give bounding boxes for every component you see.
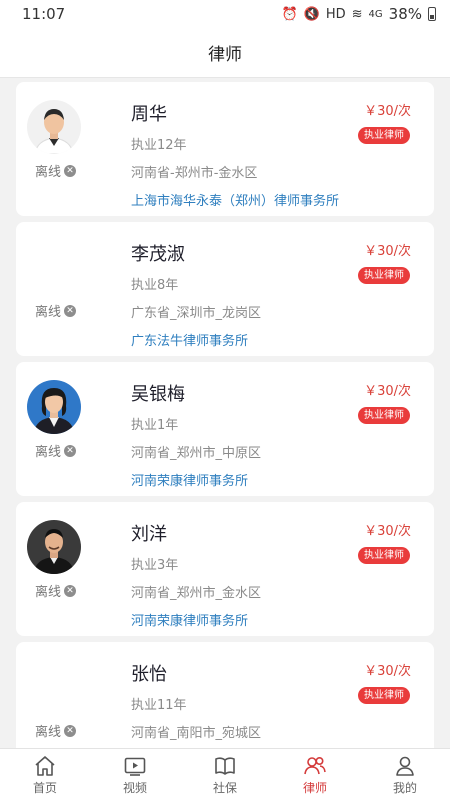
online-status: 离线 ✕: [35, 301, 77, 320]
nav-home[interactable]: 首页: [0, 749, 90, 800]
status-label: 离线: [35, 585, 62, 600]
battery-percent: 38%: [388, 5, 422, 23]
nav-lawyer[interactable]: 律师: [270, 749, 360, 800]
practice-years: 执业1年: [131, 418, 179, 433]
nav-label: 视频: [122, 780, 147, 795]
online-status: 离线 ✕: [35, 441, 77, 460]
status-label: 离线: [35, 165, 62, 180]
law-firm[interactable]: 广东法牛律师事务所: [131, 330, 248, 349]
people-icon: [304, 756, 326, 774]
lawyer-card[interactable]: 离线 ✕ 刘洋 执业3年 河南省_郑州市_金水区 河南荣康律师事务所 ￥30/次…: [16, 502, 434, 636]
video-icon: [124, 757, 146, 776]
close-icon: ✕: [64, 444, 77, 457]
practice-years: 执业8年: [131, 278, 179, 293]
lawyer-name: 李茂淑: [131, 244, 185, 265]
lawyer-region: 河南省_郑州市_金水区: [131, 586, 262, 601]
status-label: 离线: [35, 445, 62, 460]
close-icon: ✕: [64, 304, 77, 317]
nav-label: 我的: [392, 780, 417, 795]
licensed-badge: 执业律师: [358, 127, 410, 144]
alarm-icon: ⏰: [281, 6, 298, 22]
avatar: [27, 100, 81, 154]
law-firm[interactable]: 上海市海华永泰（郑州）律师事务所: [131, 190, 339, 209]
page-title: 律师: [208, 45, 242, 65]
lawyer-name: 张怡: [131, 664, 167, 685]
nav-mine[interactable]: 我的: [360, 749, 450, 800]
online-status: 离线 ✕: [35, 581, 77, 600]
home-icon: [35, 755, 55, 776]
practice-years: 执业12年: [131, 138, 187, 153]
lawyer-region: 河南省_南阳市_宛城区: [131, 726, 262, 741]
nav-social-security[interactable]: 社保: [180, 749, 270, 800]
lawyer-card[interactable]: 离线 ✕ 周华 执业12年 河南省-郑州市-金水区 上海市海华永泰（郑州）律师事…: [16, 82, 434, 216]
avatar: [27, 380, 81, 434]
practice-years: 执业11年: [131, 698, 187, 713]
online-status: 离线 ✕: [35, 161, 77, 180]
lawyer-name: 刘洋: [131, 524, 167, 545]
licensed-badge: 执业律师: [358, 407, 410, 424]
battery-icon: [428, 7, 436, 21]
consult-price: ￥30/次: [364, 104, 411, 119]
close-icon: ✕: [64, 584, 77, 597]
licensed-badge: 执业律师: [358, 547, 410, 564]
online-status: 离线 ✕: [35, 721, 77, 740]
status-bar: 11:07 ⏰ 🔇 HD ≋ 4G 38%: [0, 0, 450, 28]
status-label: 离线: [35, 725, 62, 740]
consult-price: ￥30/次: [364, 664, 411, 679]
consult-price: ￥30/次: [364, 244, 411, 259]
top-bar: 律师: [0, 28, 450, 78]
lawyer-region: 河南省_郑州市_中原区: [131, 446, 262, 461]
nav-label: 社保: [212, 780, 237, 795]
book-icon: [215, 756, 235, 775]
nav-label: 律师: [302, 780, 327, 795]
lawyer-card[interactable]: 离线 ✕ 李茂淑 执业8年 广东省_深圳市_龙岗区 广东法牛律师事务所 ￥30/…: [16, 222, 434, 356]
nav-video[interactable]: 视频: [90, 749, 180, 800]
close-icon: ✕: [64, 164, 77, 177]
avatar: [27, 520, 81, 574]
licensed-badge: 执业律师: [358, 267, 410, 284]
network-label: HD: [325, 6, 346, 22]
bottom-nav: 首页 视频 社保 律师 我的: [0, 748, 450, 800]
law-firm[interactable]: 河南荣康律师事务所: [131, 470, 248, 489]
consult-price: ￥30/次: [364, 524, 411, 539]
lawyer-name: 吴银梅: [131, 384, 185, 405]
lawyer-card[interactable]: 离线 ✕ 吴银梅 执业1年 河南省_郑州市_中原区 河南荣康律师事务所 ￥30/…: [16, 362, 434, 496]
wifi-icon: ≋: [351, 6, 363, 22]
person-icon: [396, 756, 414, 776]
status-time: 11:07: [22, 5, 66, 23]
lawyer-region: 广东省_深圳市_龙岗区: [131, 306, 262, 321]
lawyer-name: 周华: [131, 104, 167, 125]
nav-label: 首页: [32, 780, 57, 795]
close-icon: ✕: [64, 724, 77, 737]
lawyer-region: 河南省-郑州市-金水区: [131, 166, 258, 181]
signal-label: 4G: [368, 8, 383, 20]
mute-icon: 🔇: [303, 6, 320, 22]
status-icons: ⏰ 🔇 HD ≋ 4G 38%: [281, 5, 436, 23]
status-label: 离线: [35, 305, 62, 320]
lawyer-card[interactable]: 离线 ✕ 张怡 执业11年 河南省_南阳市_宛城区 ￥30/次 执业律师: [16, 642, 434, 748]
practice-years: 执业3年: [131, 558, 179, 573]
consult-price: ￥30/次: [364, 384, 411, 399]
licensed-badge: 执业律师: [358, 687, 410, 704]
lawyer-list[interactable]: 离线 ✕ 周华 执业12年 河南省-郑州市-金水区 上海市海华永泰（郑州）律师事…: [16, 82, 434, 748]
law-firm[interactable]: 河南荣康律师事务所: [131, 610, 248, 629]
